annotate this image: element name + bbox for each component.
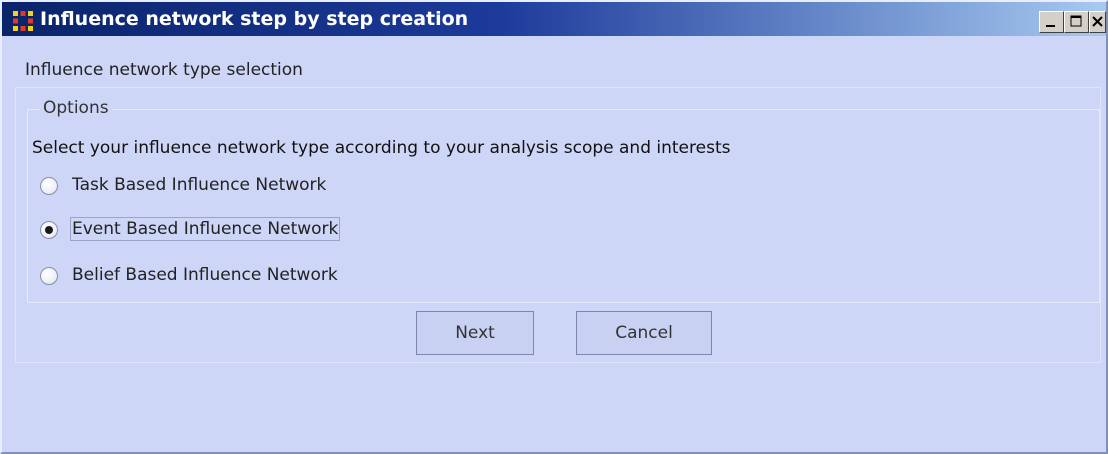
network-grid-icon [13,11,33,31]
maximize-icon [1070,15,1082,27]
options-legend: Options [40,98,112,118]
radio-label[interactable]: Task Based Influence Network [72,175,326,195]
cancel-button[interactable]: Cancel [576,311,712,355]
next-button[interactable]: Next [416,311,534,355]
radio-button[interactable] [40,267,58,285]
section-title: Influence network type selection [25,60,303,80]
close-icon [1092,16,1103,27]
title-bar[interactable]: Influence network step by step creation [2,2,1106,36]
radio-label[interactable]: Event Based Influence Network [69,217,341,241]
dialog-window: Influence network step by step creation … [0,0,1108,454]
maximize-button[interactable] [1064,11,1089,33]
radio-button[interactable] [40,177,58,195]
close-button[interactable] [1089,11,1106,33]
window-title: Influence network step by step creation [40,8,469,30]
radio-selected-dot [45,226,53,234]
radio-button-selected[interactable] [40,221,58,239]
minimize-icon [1046,25,1055,27]
instruction-text: Select your influence network type accor… [32,138,731,158]
minimize-button[interactable] [1039,11,1064,33]
radio-label[interactable]: Belief Based Influence Network [72,265,338,285]
